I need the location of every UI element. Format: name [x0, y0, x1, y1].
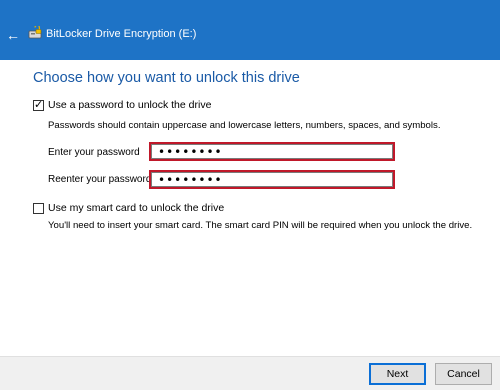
page-heading: Choose how you want to unlock this drive: [33, 70, 300, 86]
bitlocker-drive-icon: [28, 26, 42, 39]
smartcard-checkbox[interactable]: [33, 203, 44, 214]
checkmark-icon: ✓: [34, 99, 44, 111]
back-arrow-icon[interactable]: ←: [6, 28, 20, 42]
reenter-password-field[interactable]: [151, 172, 393, 187]
window-title: BitLocker Drive Encryption (E:): [46, 28, 197, 40]
cancel-button[interactable]: Cancel: [435, 363, 492, 385]
enter-password-field[interactable]: [151, 144, 393, 159]
next-button[interactable]: Next: [369, 363, 426, 385]
enter-password-highlight: [149, 142, 395, 161]
password-option-label[interactable]: Use a password to unlock the drive: [48, 99, 211, 111]
enter-password-label: Enter your password: [48, 147, 140, 158]
smartcard-option-label[interactable]: Use my smart card to unlock the drive: [48, 202, 224, 214]
title-bar: ← BitLocker Drive Encryption (E:): [0, 0, 500, 60]
password-description: Passwords should contain uppercase and l…: [48, 120, 441, 131]
password-checkbox[interactable]: ✓: [33, 99, 44, 111]
reenter-password-label: Reenter your password: [48, 174, 152, 185]
reenter-password-highlight: [149, 170, 395, 189]
dialog-footer: Next Cancel: [0, 356, 500, 390]
smartcard-description: You'll need to insert your smart card. T…: [48, 220, 473, 231]
